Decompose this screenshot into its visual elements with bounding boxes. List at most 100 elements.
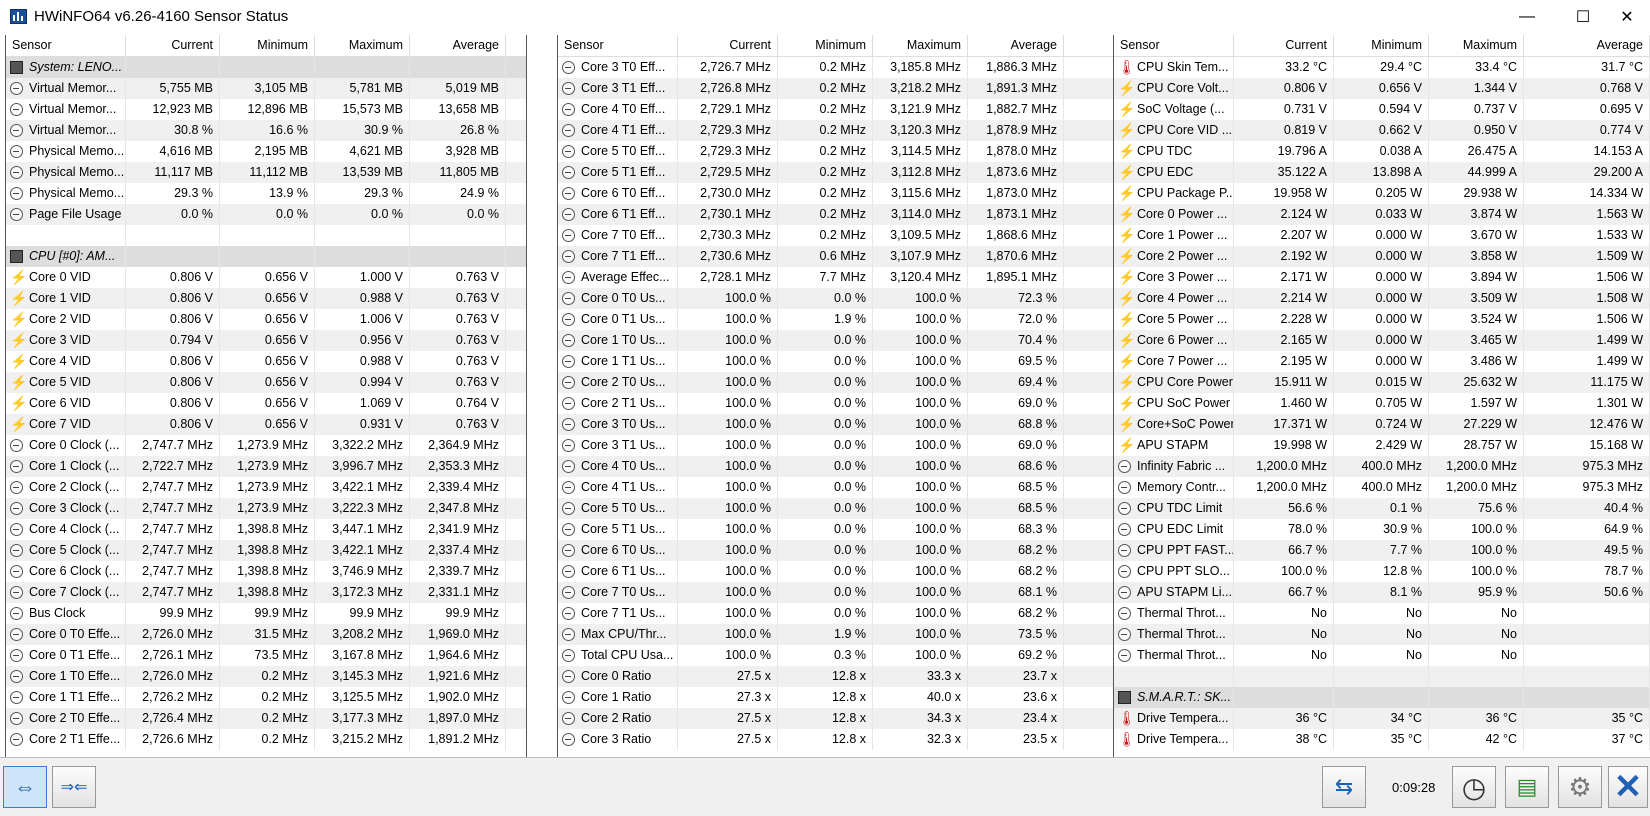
sensor-row[interactable]: Core 2 T0 Effe... 2,726.4 MHz 0.2 MHz 3,177… [6,708,526,729]
sensor-row[interactable]: Core 1 T0 Us... 100.0 % 0.0 % 100.0 % 70.4 % [558,330,1115,351]
sensor-row[interactable]: Core 4 T0 Us... 100.0 % 0.0 % 100.0 % 68.6 % [558,456,1115,477]
sensor-row[interactable]: Total CPU Usa... 100.0 % 0.3 % 100.0 % 69.2 … [558,645,1115,666]
sensor-row[interactable]: Infinity Fabric ... 1,200.0 MHz 400.0 MHz 1… [1114,456,1650,477]
sensor-row[interactable]: Physical Memo... 29.3 % 13.9 % 29.3 % 24.9 % [6,183,526,204]
sensor-row[interactable]: Core 6 Clock (... 2,747.7 MHz 1,398.8 MHz 3… [6,561,526,582]
sensor-row[interactable]: Core 3 T0 Us... 100.0 % 0.0 % 100.0 % 68.8 % [558,414,1115,435]
sensor-row[interactable]: ⚡ CPU Core VID ... 0.819 V 0.662 V 0.950 V 0.… [1114,120,1650,141]
sensor-row[interactable]: ⚡ Core+SoC Power 17.371 W 0.724 W 27.229 W 12… [1114,414,1650,435]
sensor-row[interactable]: Core 2 Clock (... 2,747.7 MHz 1,273.9 MHz 3… [6,477,526,498]
sensor-row[interactable]: Core 7 T1 Us... 100.0 % 0.0 % 100.0 % 68.2 % [558,603,1115,624]
sensor-row[interactable]: Core 7 Clock (... 2,747.7 MHz 1,398.8 MHz 3… [6,582,526,603]
minimize-button[interactable]: — [1504,0,1550,33]
sensor-row[interactable]: Core 7 T1 Eff... 2,730.6 MHz 0.6 MHz 3,107.… [558,246,1115,267]
collapse-columns-button[interactable]: ⇒⇐ [52,766,96,808]
sensor-row[interactable]: ⚡ SoC Voltage (... 0.731 V 0.594 V 0.737 V 0.… [1114,99,1650,120]
sensor-row[interactable]: Core 6 T1 Us... 100.0 % 0.0 % 100.0 % 68.2 % [558,561,1115,582]
sensor-row[interactable]: ⚡ Core 6 VID 0.806 V 0.656 V 1.069 V 0.764 V [6,393,526,414]
sensor-row[interactable]: ⚡ Core 5 VID 0.806 V 0.656 V 0.994 V 0.763 V [6,372,526,393]
sensor-row[interactable]: ⚡ Core 1 VID 0.806 V 0.656 V 0.988 V 0.763 V [6,288,526,309]
layout-toggle-button[interactable]: ⇔ [3,766,47,808]
sensor-row[interactable]: 🌡 Drive Tempera... 38 °C 35 °C 42 °C 37 °C [1114,729,1650,750]
sensor-row[interactable]: Core 4 Clock (... 2,747.7 MHz 1,398.8 MHz 3… [6,519,526,540]
column-header-sensor[interactable]: Sensor [6,35,126,56]
sensor-row[interactable]: CPU TDC Limit 56.6 % 0.1 % 75.6 % 40.4 % [1114,498,1650,519]
sensor-row[interactable]: Core 0 Clock (... 2,747.7 MHz 1,273.9 MHz 3… [6,435,526,456]
sensor-row[interactable]: Core 0 T0 Effe... 2,726.0 MHz 31.5 MHz 3,20… [6,624,526,645]
sensor-group-row[interactable]: System: LENO... [6,57,526,78]
column-header-minimum[interactable]: Minimum [1334,35,1429,56]
column-header-maximum[interactable]: Maximum [873,35,968,56]
sensor-row[interactable]: ⚡ Core 7 Power ... 2.195 W 0.000 W 3.486 W 1.… [1114,351,1650,372]
sensor-row[interactable]: Bus Clock 99.9 MHz 99.9 MHz 99.9 MHz 99.9 MH… [6,603,526,624]
sensor-row[interactable]: ⚡ Core 4 VID 0.806 V 0.656 V 0.988 V 0.763 V [6,351,526,372]
column-header-current[interactable]: Current [1234,35,1334,56]
sensor-row[interactable]: Virtual Memor... 30.8 % 16.6 % 30.9 % 26.8 % [6,120,526,141]
sensor-row[interactable]: Core 4 T1 Us... 100.0 % 0.0 % 100.0 % 68.5 % [558,477,1115,498]
sensor-row[interactable]: Core 1 Clock (... 2,722.7 MHz 1,273.9 MHz 3… [6,456,526,477]
sensor-row[interactable]: Core 5 T1 Us... 100.0 % 0.0 % 100.0 % 68.3 % [558,519,1115,540]
sensor-row[interactable]: Thermal Throt... No No No [1114,624,1650,645]
sensor-row[interactable]: Core 3 Clock (... 2,747.7 MHz 1,273.9 MHz 3… [6,498,526,519]
sensor-row[interactable]: ⚡ Core 1 Power ... 2.207 W 0.000 W 3.670 W 1.… [1114,225,1650,246]
sensor-row[interactable]: Core 7 T0 Eff... 2,730.3 MHz 0.2 MHz 3,109.… [558,225,1115,246]
network-button[interactable]: ⇆ [1322,766,1366,808]
sensor-row[interactable]: Core 2 Ratio 27.5 x 12.8 x 34.3 x 23.4 x [558,708,1115,729]
column-header-average[interactable]: Average [968,35,1064,56]
column-header-current[interactable]: Current [678,35,778,56]
close-window-button[interactable]: ✕ [1604,0,1650,33]
column-header-minimum[interactable]: Minimum [220,35,315,56]
sensor-row[interactable]: Core 3 T0 Eff... 2,726.7 MHz 0.2 MHz 3,185.… [558,57,1115,78]
sensor-row[interactable]: Average Effec... 2,728.1 MHz 7.7 MHz 3,120.… [558,267,1115,288]
sensor-row[interactable]: ⚡ Core 0 Power ... 2.124 W 0.033 W 3.874 W 1.… [1114,204,1650,225]
sensor-row[interactable] [1114,666,1650,687]
sensor-row[interactable]: APU STAPM Li... 66.7 % 8.1 % 95.9 % 50.6 % [1114,582,1650,603]
sensor-row[interactable]: ⚡ Core 4 Power ... 2.214 W 0.000 W 3.509 W 1.… [1114,288,1650,309]
column-header-sensor[interactable]: Sensor [1114,35,1234,56]
sensor-row[interactable]: Page File Usage 0.0 % 0.0 % 0.0 % 0.0 % [6,204,526,225]
sensor-row[interactable]: ⚡ APU STAPM 19.998 W 2.429 W 28.757 W 15.168 … [1114,435,1650,456]
sensor-row[interactable]: Core 2 T1 Us... 100.0 % 0.0 % 100.0 % 69.0 % [558,393,1115,414]
sensor-row[interactable] [6,225,526,246]
sensor-row[interactable]: Core 2 T0 Us... 100.0 % 0.0 % 100.0 % 69.4 % [558,372,1115,393]
sensor-row[interactable]: Core 1 T1 Effe... 2,726.2 MHz 0.2 MHz 3,125… [6,687,526,708]
sensor-row[interactable]: Core 1 T0 Effe... 2,726.0 MHz 0.2 MHz 3,145… [6,666,526,687]
sensor-row[interactable]: Physical Memo... 11,117 MB 11,112 MB 13,539… [6,162,526,183]
column-header-average[interactable]: Average [410,35,506,56]
sensor-row[interactable]: Core 5 T0 Us... 100.0 % 0.0 % 100.0 % 68.5 % [558,498,1115,519]
sensor-row[interactable]: 🌡 CPU Skin Tem... 33.2 °C 29.4 °C 33.4 °C 31.… [1114,57,1650,78]
sensor-row[interactable]: Core 1 T1 Us... 100.0 % 0.0 % 100.0 % 69.5 % [558,351,1115,372]
column-header-maximum[interactable]: Maximum [315,35,410,56]
sensor-row[interactable]: Core 0 T0 Us... 100.0 % 0.0 % 100.0 % 72.3 % [558,288,1115,309]
sensor-row[interactable]: Core 3 T1 Us... 100.0 % 0.0 % 100.0 % 69.0 % [558,435,1115,456]
sensor-row[interactable]: Core 4 T1 Eff... 2,729.3 MHz 0.2 MHz 3,120.… [558,120,1115,141]
sensor-row[interactable]: Core 5 T1 Eff... 2,729.5 MHz 0.2 MHz 3,112.… [558,162,1115,183]
sensor-row[interactable]: ⚡ CPU SoC Power 1.460 W 0.705 W 1.597 W 1.301… [1114,393,1650,414]
sensor-row[interactable]: Memory Contr... 1,200.0 MHz 400.0 MHz 1,200… [1114,477,1650,498]
sensor-row[interactable]: Core 3 Ratio 27.5 x 12.8 x 32.3 x 23.5 x [558,729,1115,750]
sensor-row[interactable]: CPU EDC Limit 78.0 % 30.9 % 100.0 % 64.9 % [1114,519,1650,540]
sensor-row[interactable]: ⚡ Core 7 VID 0.806 V 0.656 V 0.931 V 0.763 V [6,414,526,435]
sensor-row[interactable]: Physical Memo... 4,616 MB 2,195 MB 4,621 MB… [6,141,526,162]
sensor-row[interactable]: ⚡ CPU Package P... 19.958 W 0.205 W 29.938 W… [1114,183,1650,204]
sensor-row[interactable]: ⚡ Core 0 VID 0.806 V 0.656 V 1.000 V 0.763 V [6,267,526,288]
column-header-maximum[interactable]: Maximum [1429,35,1524,56]
sensor-row[interactable]: ⚡ CPU EDC 35.122 A 13.898 A 44.999 A 29.200 A [1114,162,1650,183]
sensor-row[interactable]: ⚡ Core 2 VID 0.806 V 0.656 V 1.006 V 0.763 V [6,309,526,330]
sensor-row[interactable]: Core 5 T0 Eff... 2,729.3 MHz 0.2 MHz 3,114.… [558,141,1115,162]
sensor-row[interactable]: ⚡ CPU Core Power 15.911 W 0.015 W 25.632 W 11… [1114,372,1650,393]
sensor-row[interactable]: Core 0 T1 Effe... 2,726.1 MHz 73.5 MHz 3,16… [6,645,526,666]
sensor-row[interactable]: Core 6 T0 Us... 100.0 % 0.0 % 100.0 % 68.2 % [558,540,1115,561]
sensor-row[interactable]: CPU PPT SLO... 100.0 % 12.8 % 100.0 % 78.7 % [1114,561,1650,582]
sensor-row[interactable]: Thermal Throt... No No No [1114,603,1650,624]
exit-button[interactable]: ✕ [1608,766,1648,808]
sensor-row[interactable]: Virtual Memor... 5,755 MB 3,105 MB 5,781 MB… [6,78,526,99]
sensor-row[interactable]: Core 6 T1 Eff... 2,730.1 MHz 0.2 MHz 3,114.… [558,204,1115,225]
sensor-row[interactable]: ⚡ Core 3 VID 0.794 V 0.656 V 0.956 V 0.763 V [6,330,526,351]
sensor-row[interactable]: Core 4 T0 Eff... 2,729.1 MHz 0.2 MHz 3,121.… [558,99,1115,120]
sensor-row[interactable]: ⚡ CPU TDC 19.796 A 0.038 A 26.475 A 14.153 A [1114,141,1650,162]
sensor-row[interactable]: Core 3 T1 Eff... 2,726.8 MHz 0.2 MHz 3,218.… [558,78,1115,99]
sensor-row[interactable]: Core 0 T1 Us... 100.0 % 1.9 % 100.0 % 72.0 % [558,309,1115,330]
sensor-row[interactable]: Core 2 T1 Effe... 2,726.6 MHz 0.2 MHz 3,215… [6,729,526,750]
sensor-row[interactable]: ⚡ Core 3 Power ... 2.171 W 0.000 W 3.894 W 1.… [1114,267,1650,288]
